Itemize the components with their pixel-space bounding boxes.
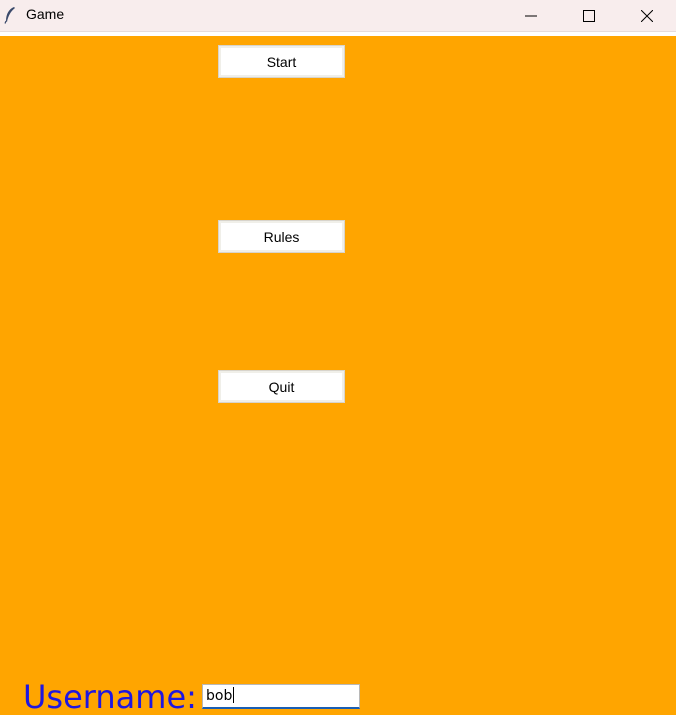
maximize-button[interactable] (560, 0, 618, 31)
window-title: Game (26, 6, 65, 22)
username-label: Username: (23, 678, 197, 715)
minimize-button[interactable] (502, 0, 560, 31)
title-bar[interactable]: Game (0, 0, 676, 32)
feather-icon (4, 7, 15, 24)
close-icon (641, 9, 653, 22)
quit-button[interactable]: Quit (218, 370, 345, 403)
rules-button[interactable]: Rules (218, 220, 345, 253)
text-caret (233, 687, 235, 703)
minimize-icon (525, 15, 537, 16)
start-button[interactable]: Start (218, 45, 345, 78)
username-value: bob (206, 688, 233, 704)
game-window: Game Start Rules Quit Username: bob (0, 0, 676, 715)
game-canvas: Start Rules Quit Username: bob (0, 36, 676, 715)
close-button[interactable] (618, 0, 676, 31)
maximize-icon (583, 9, 595, 22)
username-input[interactable]: bob (202, 684, 360, 709)
